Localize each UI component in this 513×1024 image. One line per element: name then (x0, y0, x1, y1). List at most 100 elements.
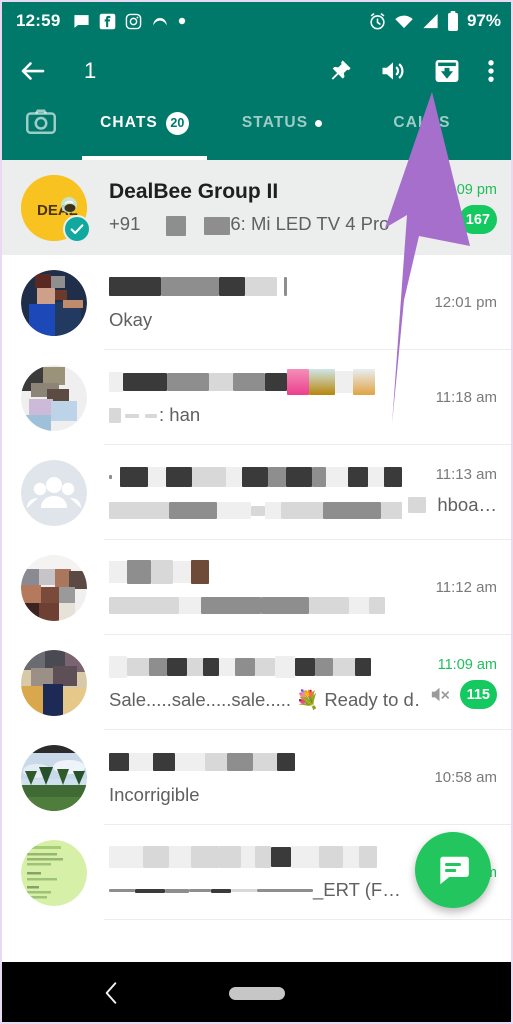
avatar[interactable] (21, 364, 87, 431)
avatar-image (21, 649, 87, 716)
table-row[interactable]: Incorrigible 10:58 am (0, 730, 513, 825)
tab-active-indicator (82, 156, 207, 160)
table-row[interactable]: 11:12 am (0, 540, 513, 635)
selected-count: 1 (84, 58, 97, 83)
pin-icon[interactable] (327, 58, 353, 84)
status-unseen-dot-icon (315, 119, 323, 127)
table-row[interactable]: : han 11:18 am (0, 350, 513, 445)
archive-icon[interactable] (433, 57, 461, 85)
row-meta: 11:09 am 115 (428, 649, 497, 717)
table-row[interactable]: 11:13 am hboa… (0, 445, 513, 540)
table-row[interactable]: DEAL DealBee Group II +91 6: Mi LED TV 4 … (0, 160, 513, 255)
chat-snippet: Incorrigible (109, 783, 200, 805)
avatar-image (21, 744, 87, 811)
toolbar-actions (327, 57, 499, 85)
wifi-icon (394, 14, 414, 29)
status-bar-notification-icons (73, 13, 186, 30)
message-icon (73, 13, 90, 30)
system-nav-bar (0, 962, 513, 1024)
chat-snippet (109, 594, 385, 616)
chat-time: 11:13 am (435, 466, 497, 483)
avatar[interactable]: DEAL (21, 174, 91, 243)
tab-chats-label: CHATS (100, 114, 158, 131)
chat-snippet: Okay (109, 308, 153, 330)
row-meta: 11:13 am hboa… (408, 459, 497, 527)
instagram-icon (125, 13, 142, 30)
selected-check-badge (63, 214, 91, 243)
selection-toolbar: 1 (0, 42, 513, 100)
row-meta: 12:01 pm (434, 269, 497, 337)
avatar-image (21, 554, 87, 621)
status-bar: 12:59 97% (0, 0, 513, 42)
avatar-image (21, 839, 87, 906)
table-row[interactable]: FAB VILLA 9 11:03 am (0, 920, 513, 929)
row-meta: 11:18 am (436, 364, 497, 432)
tab-chats[interactable]: CHATS 20 (82, 100, 207, 160)
tab-calls-label: CALLS (393, 114, 451, 131)
avatar[interactable] (21, 459, 87, 526)
status-bar-time: 12:59 (16, 11, 61, 30)
avatar[interactable] (21, 649, 87, 716)
mute-icon (428, 683, 451, 706)
camera-icon (26, 109, 56, 135)
tab-calls[interactable]: CALLS (357, 100, 487, 160)
table-row[interactable]: Sale.....sale.....sale..... 💐 Ready to d… (0, 635, 513, 730)
chat-snippet-tail: hboa… (437, 494, 497, 515)
unread-count-badge: 167 (458, 205, 497, 234)
row-meta: 10:58 am (434, 744, 497, 812)
row-meta: 12:09 pm 167 (427, 174, 497, 242)
status-bar-system-icons: 97% (368, 10, 501, 32)
overflow-menu-icon[interactable] (487, 57, 495, 85)
tab-chats-badge: 20 (165, 111, 189, 135)
back-button[interactable] (18, 56, 48, 86)
signal-icon (421, 13, 440, 29)
chat-time: 10:58 am (434, 769, 497, 786)
chat-snippet: _ERT (F… (109, 879, 401, 901)
chat-time: 12:09 pm (436, 181, 497, 198)
tab-bar: CHATS 20 STATUS CALLS (0, 100, 513, 160)
chat-snippet: Sale.....sale.....sale..... 💐 Ready to d… (109, 688, 422, 710)
mute-icon (427, 208, 450, 231)
chat-list[interactable]: DEAL DealBee Group II +91 6: Mi LED TV 4 … (0, 160, 513, 929)
avatar-image (21, 364, 87, 431)
chat-time: 12:01 pm (434, 294, 497, 311)
phone-screen: 12:59 97% 1 CHATS 20 STATUS CALLS DEAL D… (0, 0, 513, 1024)
facebook-icon (99, 13, 116, 30)
row-content (87, 557, 436, 619)
row-content: Incorrigible (87, 747, 434, 809)
avatar-image (21, 269, 87, 336)
chat-snippet: +91 6: Mi LED TV 4 Pro (109, 213, 390, 236)
row-meta: 11:12 am (436, 554, 497, 622)
home-pill-icon[interactable] (228, 986, 285, 1000)
tab-camera[interactable] (0, 100, 82, 160)
chat-title: DealBee Group II (109, 179, 279, 203)
avatar[interactable] (21, 839, 87, 906)
battery-percent: 97% (466, 11, 501, 30)
cloud-icon (151, 15, 169, 27)
avatar[interactable] (21, 554, 87, 621)
row-content (87, 462, 408, 524)
chat-time: 11:12 am (435, 579, 497, 596)
message-compose-icon (434, 851, 472, 889)
row-content: _ERT (F… (87, 842, 437, 904)
row-content: Sale.....sale.....sale..... 💐 Ready to d… (87, 652, 428, 714)
avatar-image (21, 459, 87, 526)
row-content: : han (87, 367, 436, 429)
new-chat-fab[interactable] (415, 832, 491, 908)
chat-time: 11:18 am (435, 389, 497, 406)
mute-speaker-icon[interactable] (379, 57, 407, 85)
back-chevron-icon[interactable] (100, 980, 122, 1006)
dot-icon (178, 17, 186, 25)
alarm-icon (368, 12, 387, 31)
avatar[interactable] (21, 269, 87, 336)
unread-count-badge: 115 (459, 680, 497, 709)
avatar[interactable] (21, 744, 87, 811)
chat-time: 11:09 am (437, 656, 497, 673)
row-content: Okay (87, 272, 434, 334)
chat-snippet: : han (109, 404, 200, 426)
battery-icon (447, 10, 459, 32)
row-content: DealBee Group II +91 6: Mi LED TV 4 Pro (87, 177, 427, 239)
chat-snippet (109, 499, 403, 521)
tab-status[interactable]: STATUS (207, 100, 357, 160)
table-row[interactable]: Okay 12:01 pm (0, 255, 513, 350)
